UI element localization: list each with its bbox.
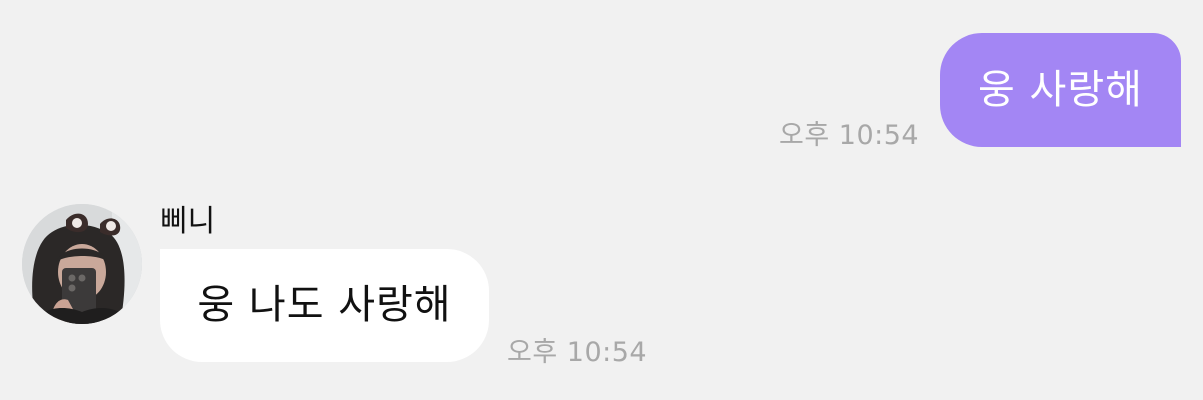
incoming-message-time: 오후 10:54 — [507, 337, 648, 368]
sender-avatar[interactable] — [22, 204, 142, 324]
outgoing-message-bubble[interactable]: 웅 사랑해 — [940, 33, 1181, 147]
outgoing-message-time: 오후 10:54 — [779, 120, 920, 151]
incoming-message-bubble[interactable]: 웅 나도 사랑해 — [160, 249, 489, 362]
avatar-photo — [22, 204, 142, 324]
sender-name: 삐니 — [160, 204, 216, 239]
